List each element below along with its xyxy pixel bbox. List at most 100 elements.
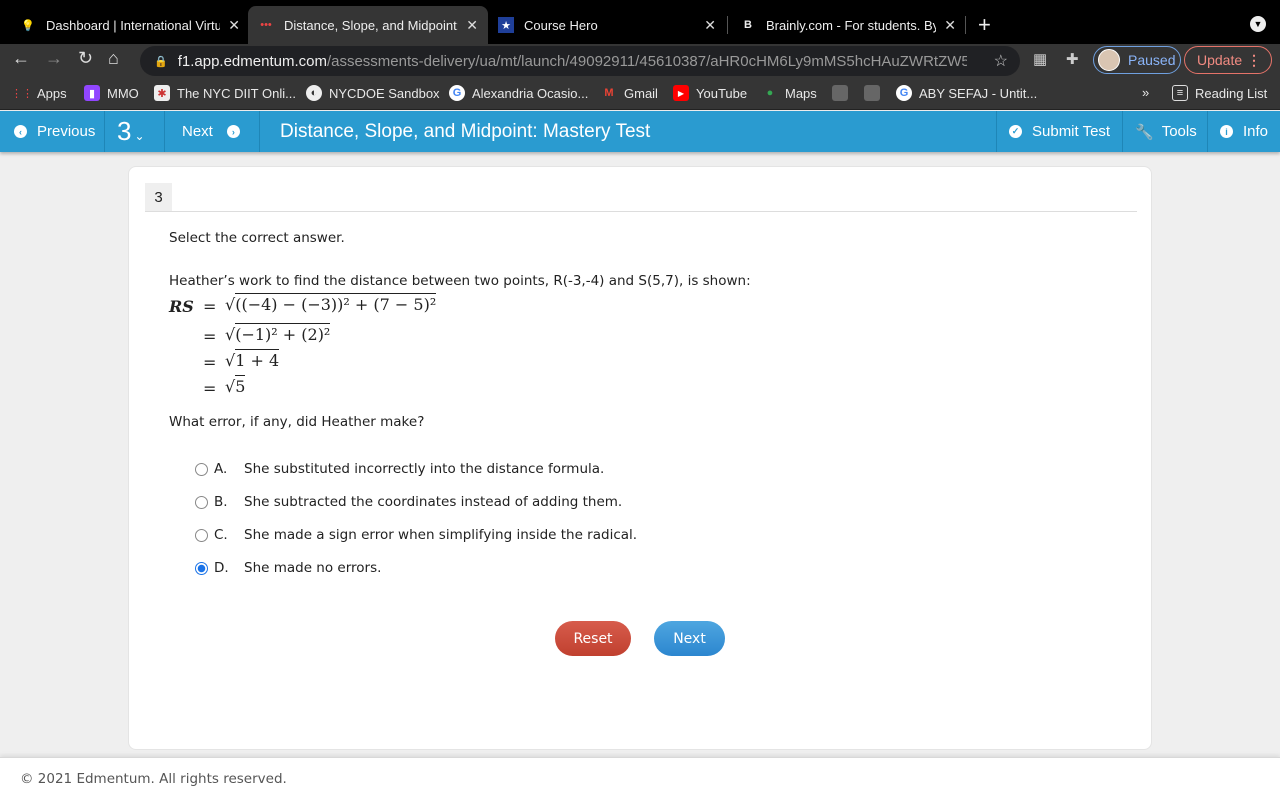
twitch-icon: ▮ [84, 85, 100, 101]
google-icon: G [896, 85, 912, 101]
equals-sign: = [203, 353, 217, 372]
info-button[interactable]: i Info [1207, 111, 1280, 152]
question-ask: What error, if any, did Heather make? [169, 414, 425, 430]
reload-icon[interactable]: ↻ [78, 48, 93, 69]
radio-button-selected[interactable] [195, 561, 208, 575]
browser-tab[interactable]: B Brainly.com - For students. By ✕ [730, 6, 966, 44]
answer-option-a[interactable]: A. She substituted incorrectly into the … [195, 459, 604, 479]
new-tab-button[interactable]: + [978, 12, 991, 38]
test-nav-bar: ‹ Previous 3 ⌄ Next › Distance, Slope, a… [0, 111, 1280, 152]
math-step-3: √1 + 4 [225, 349, 280, 370]
tab-title: Brainly.com - For students. By [766, 17, 937, 33]
bookmark-apps[interactable]: ⋮⋮ Apps [11, 85, 67, 101]
close-tab-icon[interactable]: ✕ [466, 17, 478, 34]
bookmark-label: Alexandria Ocasio... [472, 85, 589, 101]
bookmark-item[interactable]: M Gmail [601, 85, 658, 101]
extension-grid-icon[interactable]: ▦ [1033, 50, 1047, 68]
gmail-icon: M [604, 87, 614, 99]
answer-option-b[interactable]: B. She subtracted the coordinates instea… [195, 492, 622, 512]
bookmark-label: Apps [37, 85, 67, 101]
next-nav-button[interactable]: Next › [165, 111, 260, 152]
test-title: Distance, Slope, and Midpoint: Mastery T… [280, 120, 651, 142]
forward-icon[interactable]: → [45, 48, 63, 69]
submit-label: Submit Test [1032, 123, 1111, 140]
bookmark-label: MMO [107, 85, 139, 101]
avatar [1098, 49, 1120, 71]
bookmark-label: Gmail [624, 85, 658, 101]
close-tab-icon[interactable]: ✕ [228, 17, 240, 34]
tab-title: Course Hero [524, 17, 598, 33]
answer-option-c[interactable]: C. She made a sign error when simplifyin… [195, 525, 637, 545]
radio-button[interactable] [195, 495, 208, 509]
bookmark-item[interactable]: G Alexandria Ocasio... [449, 85, 588, 101]
home-icon[interactable]: ⌂ [108, 48, 119, 69]
option-text: She substituted incorrectly into the dis… [244, 461, 605, 477]
reading-list-button[interactable]: ≡ Reading List [1172, 85, 1267, 101]
radio-button[interactable] [195, 462, 208, 476]
bookmark-item[interactable]: ▶ YouTube [673, 85, 747, 101]
info-icon: i [1220, 125, 1233, 138]
address-bar[interactable]: 🔒 f1.app.edmentum.com/assessments-delive… [140, 46, 1020, 76]
bookmark-item[interactable]: ◐ NYCDOE Sandbox [306, 85, 440, 101]
math-step-4: √5 [225, 375, 246, 396]
url-path: /assessments-delivery/ua/mt/launch/49092… [326, 52, 967, 70]
browser-tab[interactable]: ★ Course Hero ✕ [488, 6, 726, 44]
globe-icon: ◐ [306, 85, 322, 101]
youtube-icon: ▶ [673, 85, 689, 101]
option-letter: C. [214, 527, 228, 543]
option-letter: B. [214, 494, 228, 510]
next-button[interactable]: Next [654, 621, 725, 656]
profile-button[interactable]: Paused [1093, 46, 1181, 74]
roblox-icon [864, 85, 880, 101]
browser-tab-active[interactable]: ••• Distance, Slope, and Midpoint: ✕ [248, 6, 488, 44]
browser-tab-strip: 💡 Dashboard | International Virtu ✕ ••• … [0, 0, 1280, 44]
math-lhs: RS [169, 297, 194, 316]
previous-button[interactable]: ‹ Previous [0, 111, 105, 152]
bookmark-item[interactable]: ● Maps [762, 85, 817, 101]
bookmark-item[interactable] [832, 85, 855, 101]
reset-button[interactable]: Reset [555, 621, 631, 656]
apps-grid-icon: ⋮⋮ [11, 87, 33, 100]
tools-label: Tools [1161, 123, 1197, 140]
close-tab-icon[interactable]: ✕ [944, 17, 956, 34]
menu-dots-icon: ⋮ [1247, 51, 1261, 68]
lock-icon: 🔒 [154, 55, 168, 68]
close-tab-icon[interactable]: ✕ [704, 17, 716, 34]
bookmark-label: YouTube [696, 85, 748, 101]
update-button[interactable]: Update ⋮ [1184, 46, 1272, 74]
bookmark-label: The NYC DIIT Onli... [177, 85, 296, 101]
bookmark-item[interactable] [864, 85, 887, 101]
roblox-icon [832, 85, 848, 101]
tab-search-icon[interactable]: ▼ [1250, 16, 1266, 32]
extensions-puzzle-icon[interactable]: ✚ [1066, 50, 1079, 68]
radio-button[interactable] [195, 528, 208, 542]
submit-test-button[interactable]: ✓ Submit Test [996, 111, 1122, 152]
browser-toolbar: ← → ↻ ⌂ 🔒 f1.app.edmentum.com/assessment… [0, 44, 1280, 76]
tab-separator [727, 16, 728, 34]
tools-button[interactable]: 🔧 Tools [1122, 111, 1207, 152]
google-icon: G [449, 85, 465, 101]
previous-label: Previous [37, 123, 96, 140]
back-icon[interactable]: ← [12, 48, 30, 69]
bookmark-item[interactable]: G ABY SEFAJ - Untit... [896, 85, 1037, 101]
bookmark-label: ABY SEFAJ - Untit... [919, 85, 1038, 101]
equals-sign: = [203, 297, 217, 316]
tab-title: Dashboard | International Virtu [46, 17, 221, 33]
answer-option-d[interactable]: D. She made no errors. [195, 558, 381, 578]
bookmark-label: Maps [785, 85, 817, 101]
reading-list-label: Reading List [1195, 85, 1268, 101]
question-card: 3 Select the correct answer. Heather’s w… [128, 166, 1152, 750]
tab-separator [965, 16, 966, 34]
instruction-text: Select the correct answer. [169, 230, 345, 246]
bookmark-item[interactable]: ✱ The NYC DIIT Onli... [154, 85, 296, 101]
bookmark-item[interactable]: ▮ MMO [84, 85, 139, 101]
bookmarks-overflow-button[interactable]: » [1142, 85, 1149, 100]
nyc-diit-icon: ✱ [154, 85, 170, 101]
option-text: She made no errors. [244, 560, 382, 576]
question-number: 3 [117, 116, 132, 146]
question-selector[interactable]: 3 ⌄ [105, 111, 165, 152]
arrow-right-circle-icon: › [226, 125, 240, 138]
bookmark-star-icon[interactable]: ☆ [994, 51, 1008, 71]
brainly-icon: B [744, 19, 752, 31]
browser-tab[interactable]: 💡 Dashboard | International Virtu ✕ [10, 6, 250, 44]
